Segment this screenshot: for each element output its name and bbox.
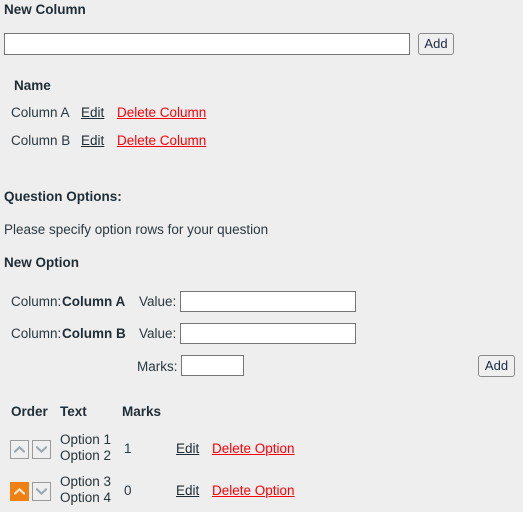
delete-option-link[interactable]: Delete Option — [212, 483, 295, 498]
question-options-editor: New Column Add Name Column A Edit Delete… — [0, 0, 523, 512]
options-table-header-marks: Marks — [122, 404, 162, 419]
option-text-line: Option 2 — [60, 448, 112, 463]
option-marks-input[interactable] — [181, 355, 244, 376]
chevron-down-icon — [36, 488, 47, 495]
column-name-value: Column B — [62, 326, 126, 341]
move-option-up-button[interactable] — [10, 440, 29, 459]
chevron-down-icon — [36, 446, 47, 453]
column-name: Column B — [11, 133, 71, 148]
option-marks-value: 1 — [124, 441, 132, 456]
option-text-line: Option 4 — [60, 490, 112, 505]
option-value-input-column-a[interactable] — [180, 291, 356, 312]
marks-label: Marks: — [137, 359, 178, 374]
move-option-down-button[interactable] — [32, 482, 51, 501]
option-marks-value: 0 — [124, 483, 132, 498]
edit-option-link[interactable]: Edit — [176, 441, 199, 456]
options-table-header-order: Order — [11, 404, 48, 419]
option-text-line: Option 1 — [60, 432, 112, 447]
move-option-down-button[interactable] — [32, 440, 51, 459]
question-options-description: Please specify option rows for your ques… — [4, 222, 269, 237]
columns-table-header-name: Name — [14, 78, 51, 93]
new-column-name-input[interactable] — [4, 33, 410, 55]
add-option-button[interactable]: Add — [478, 355, 515, 377]
chevron-up-icon — [14, 488, 25, 495]
new-option-heading: New Option — [4, 255, 79, 270]
delete-column-link[interactable]: Delete Column — [117, 133, 206, 148]
edit-column-link[interactable]: Edit — [81, 105, 104, 120]
value-label: Value: — [139, 326, 177, 341]
column-prefix-label: Column: — [11, 326, 62, 341]
question-options-heading: Question Options: — [4, 189, 122, 204]
delete-option-link[interactable]: Delete Option — [212, 441, 295, 456]
column-name: Column A — [11, 105, 70, 120]
value-label: Value: — [139, 294, 177, 309]
column-name-value: Column A — [62, 294, 126, 309]
option-text-line: Option 3 — [60, 474, 112, 489]
option-value-input-column-b[interactable] — [180, 323, 356, 344]
column-prefix-label: Column: — [11, 294, 62, 309]
edit-column-link[interactable]: Edit — [81, 133, 104, 148]
move-option-up-button[interactable] — [10, 482, 29, 501]
delete-column-link[interactable]: Delete Column — [117, 105, 206, 120]
edit-option-link[interactable]: Edit — [176, 483, 199, 498]
chevron-up-icon — [14, 446, 25, 453]
options-table-header-text: Text — [60, 404, 87, 419]
add-column-button[interactable]: Add — [418, 33, 454, 55]
new-column-heading: New Column — [4, 2, 86, 17]
